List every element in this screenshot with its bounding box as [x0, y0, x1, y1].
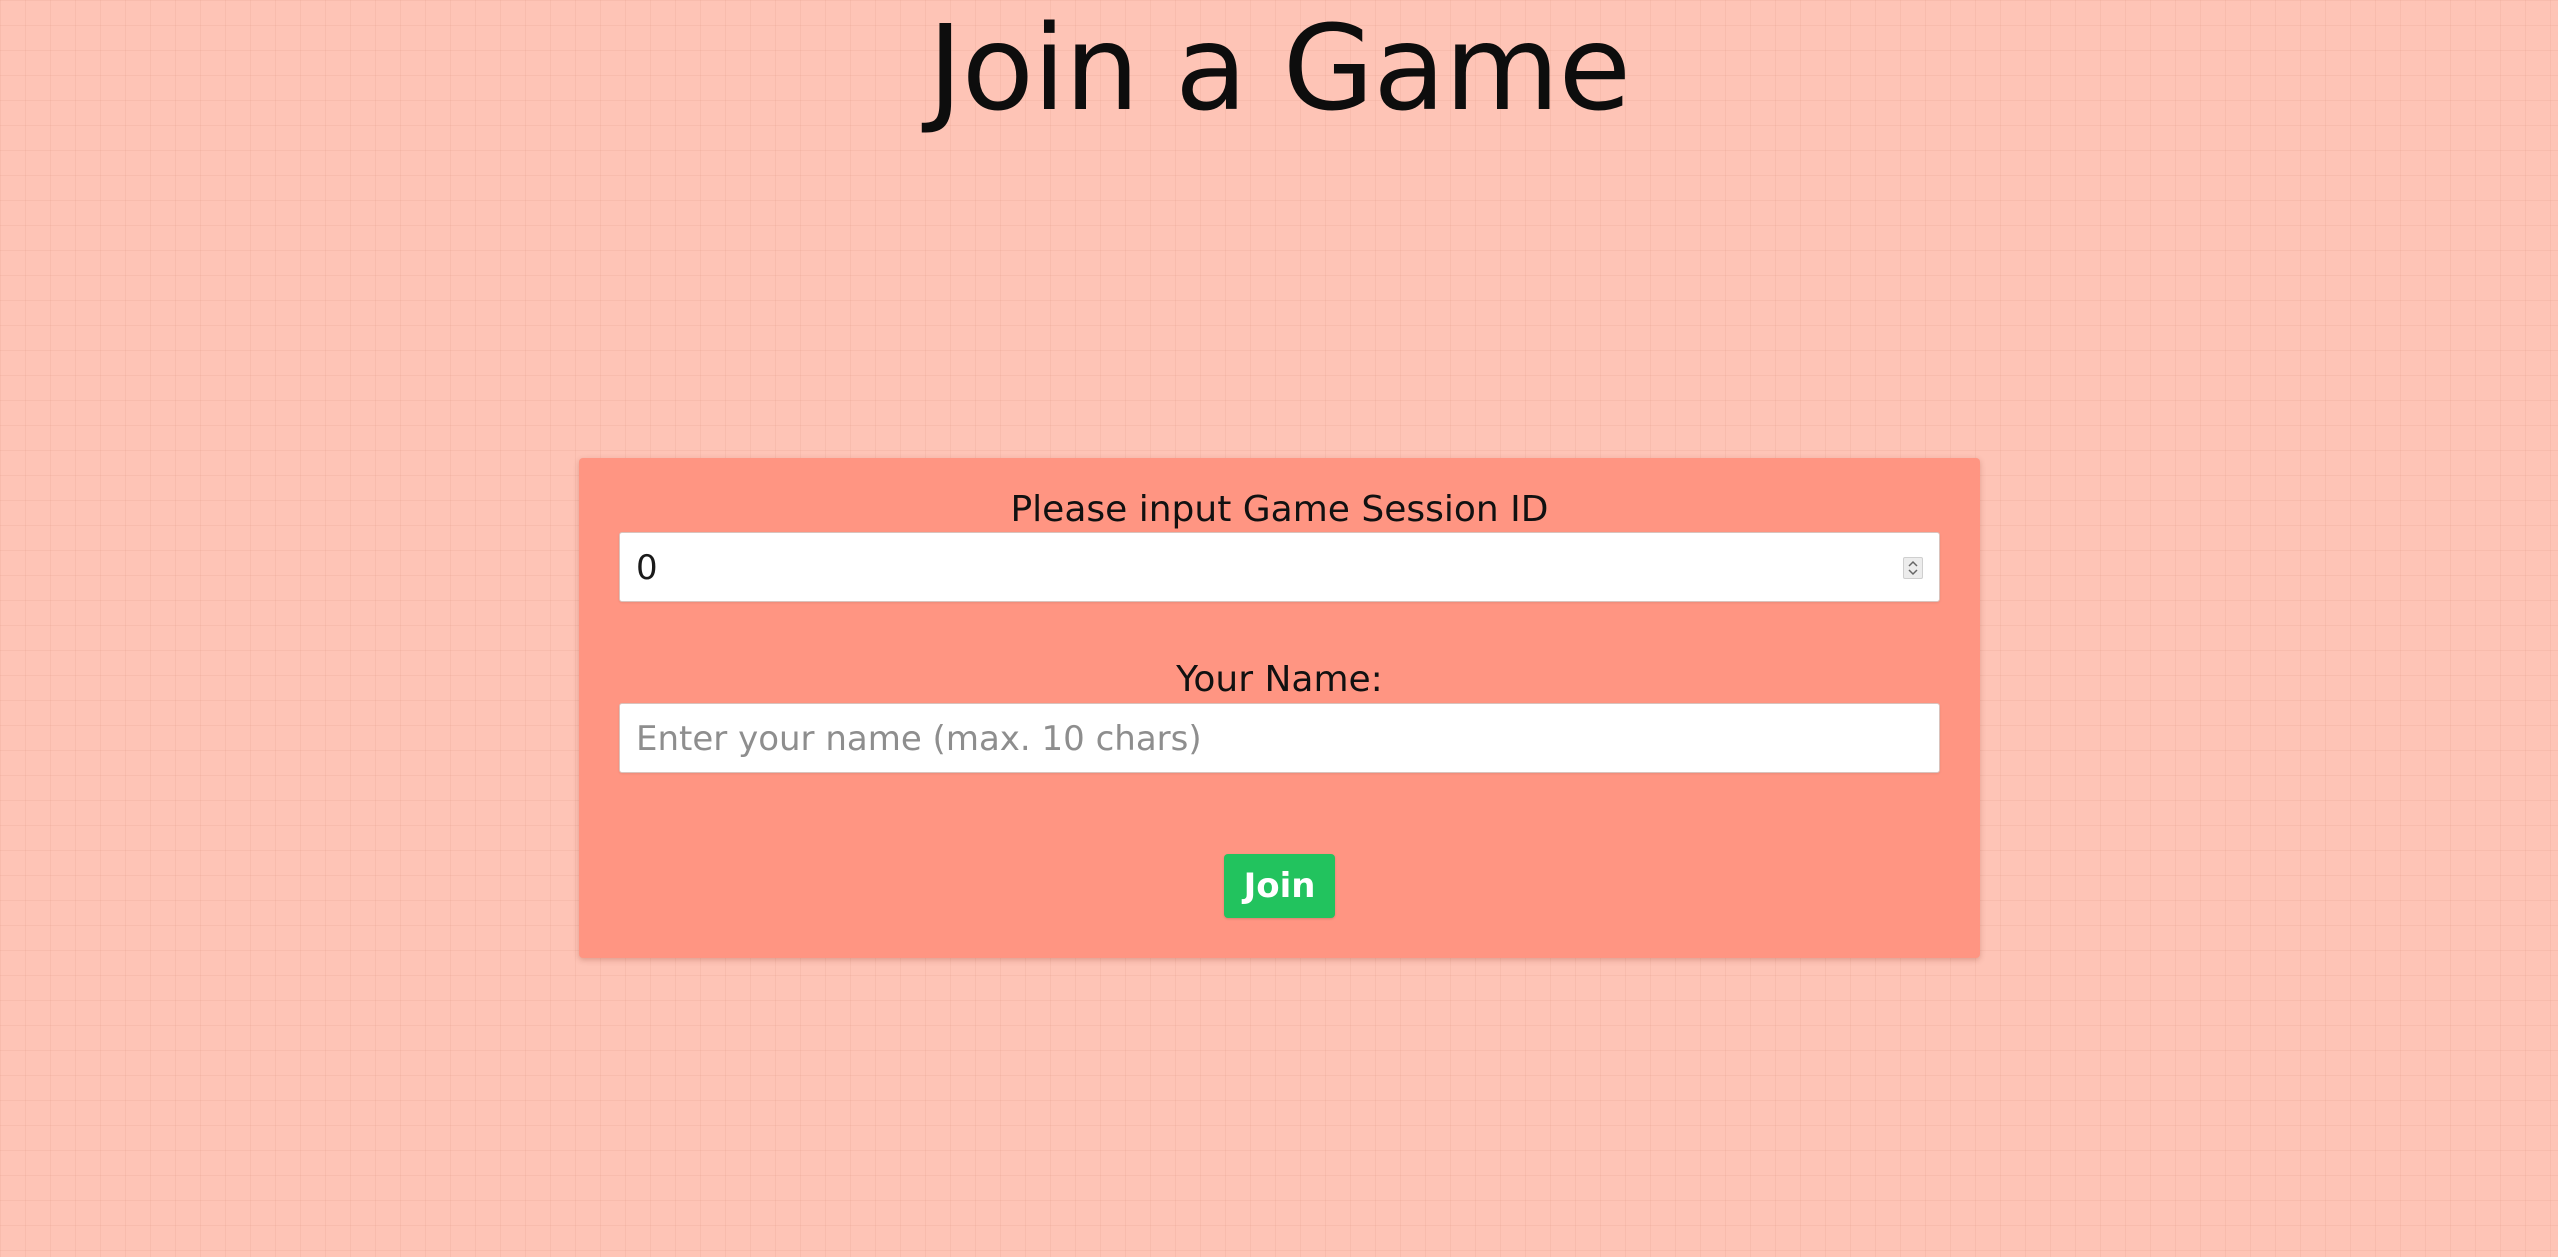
name-label: Your Name:	[1176, 659, 1383, 700]
join-game-form: Please input Game Session ID 0 Your Name…	[579, 458, 1980, 958]
session-id-label: Please input Game Session ID	[1010, 489, 1549, 530]
page-title: Join a Game	[927, 0, 1631, 137]
name-placeholder: Enter your name (max. 10 chars)	[636, 719, 1202, 759]
session-id-input[interactable]: 0	[619, 532, 1940, 602]
number-spinner-icon[interactable]	[1903, 557, 1923, 579]
join-button[interactable]: Join	[1224, 854, 1335, 918]
session-id-value: 0	[636, 548, 658, 588]
name-input[interactable]: Enter your name (max. 10 chars)	[619, 703, 1940, 773]
